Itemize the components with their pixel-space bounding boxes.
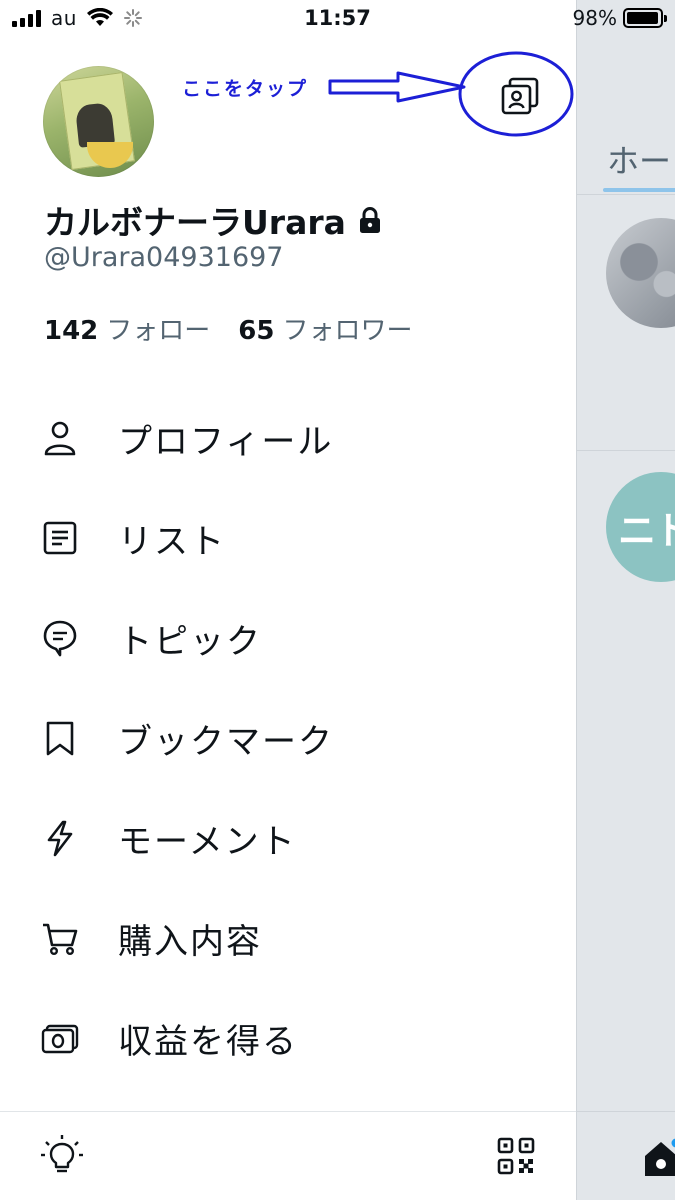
menu-item-profile[interactable]: プロフィール bbox=[0, 388, 576, 488]
menu-item-label: トピック bbox=[118, 621, 262, 662]
lock-icon bbox=[359, 207, 380, 233]
lightning-icon bbox=[41, 819, 79, 857]
menu-item-label: モーメント bbox=[118, 821, 297, 862]
battery-percent: 98% bbox=[572, 6, 617, 30]
person-icon bbox=[41, 419, 79, 457]
tweet-avatar[interactable] bbox=[606, 218, 675, 328]
annotation-label: ここをタップ bbox=[182, 78, 309, 100]
menu-item-label: 購入内容 bbox=[118, 921, 262, 962]
battery-fill bbox=[627, 12, 659, 24]
menu-item-monetization[interactable]: 収益を得る bbox=[0, 988, 576, 1088]
follow-stats: 142 フォロー 65 フォロワー bbox=[44, 310, 413, 347]
tab-bar-divider bbox=[577, 1111, 675, 1112]
accounts-icon bbox=[501, 77, 539, 115]
menu-item-purchases[interactable]: 購入内容 bbox=[0, 888, 576, 988]
topic-icon bbox=[41, 619, 79, 657]
followers-label: フォロワー bbox=[282, 316, 413, 346]
menu-item-topics[interactable]: トピック bbox=[0, 588, 576, 688]
followers-count: 65 bbox=[238, 316, 275, 346]
battery-icon bbox=[623, 8, 667, 28]
money-icon bbox=[41, 1019, 79, 1057]
home-icon[interactable] bbox=[641, 1138, 675, 1178]
screen: ホー ニト au 11:57 98% ここをタップ カルボナーラUrara @U… bbox=[0, 0, 675, 1200]
menu-item-moments[interactable]: モーメント bbox=[0, 788, 576, 888]
qr-code-icon[interactable] bbox=[497, 1137, 535, 1175]
user-handle: @Urara04931697 bbox=[44, 242, 284, 273]
bookmark-icon bbox=[41, 719, 79, 757]
timeline-divider bbox=[577, 194, 675, 195]
following-count: 142 bbox=[44, 316, 99, 346]
menu-item-label: リスト bbox=[118, 521, 226, 562]
lightbulb-icon[interactable] bbox=[40, 1134, 84, 1178]
profile-avatar[interactable] bbox=[43, 66, 154, 177]
tab-home-underline bbox=[603, 188, 675, 192]
menu-item-label: 収益を得る bbox=[118, 1021, 298, 1062]
status-bar: au 11:57 98% bbox=[0, 0, 675, 40]
drawer-footer bbox=[0, 1111, 576, 1200]
menu-item-bookmarks[interactable]: ブックマーク bbox=[0, 688, 576, 788]
tab-home[interactable]: ホー bbox=[607, 136, 671, 182]
tweet-avatar[interactable]: ニト bbox=[606, 472, 675, 582]
timeline-peek[interactable]: ホー ニト bbox=[576, 0, 675, 1200]
display-name-text: カルボナーラUrara bbox=[44, 203, 346, 242]
tweet-avatar-text: ニト bbox=[618, 508, 675, 553]
list-icon bbox=[41, 519, 79, 557]
cart-icon bbox=[41, 919, 79, 957]
menu-item-label: プロフィール bbox=[118, 421, 334, 462]
menu-item-lists[interactable]: リスト bbox=[0, 488, 576, 588]
menu-item-label: ブックマーク bbox=[118, 721, 334, 762]
status-right: 98% bbox=[572, 6, 667, 30]
timeline-divider bbox=[577, 450, 675, 451]
following-label: フォロー bbox=[106, 316, 211, 346]
display-name[interactable]: カルボナーラUrara bbox=[44, 196, 384, 244]
annotation-arrow-icon bbox=[328, 71, 466, 103]
followers-link[interactable]: 65 フォロワー bbox=[238, 310, 412, 347]
following-link[interactable]: 142 フォロー bbox=[44, 310, 210, 347]
switch-account-button[interactable] bbox=[498, 74, 542, 118]
side-drawer: ここをタップ カルボナーラUrara @Urara04931697 142 フォ… bbox=[0, 0, 576, 1200]
